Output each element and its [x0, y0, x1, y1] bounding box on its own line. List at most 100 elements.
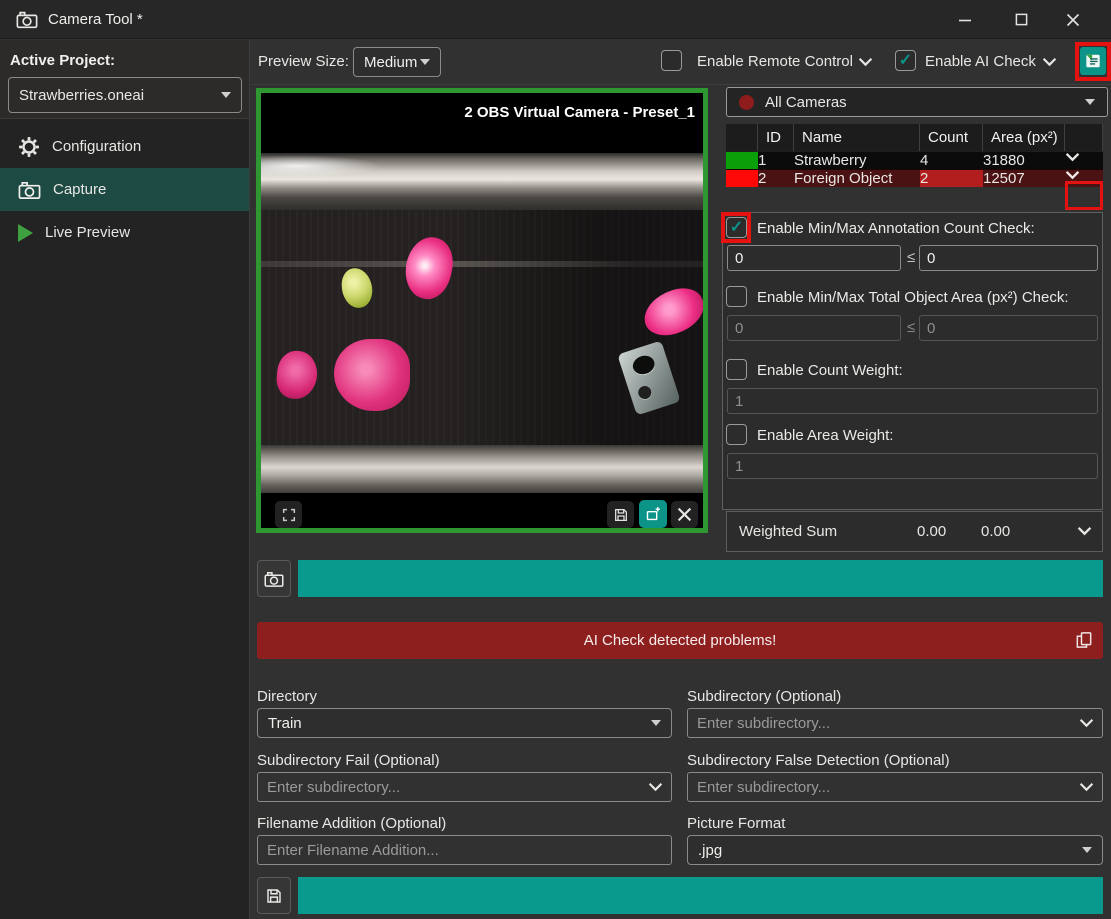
close-icon — [677, 507, 692, 522]
area-weight-label: Enable Area Weight: — [757, 427, 893, 444]
window-title: Camera Tool * — [48, 0, 143, 39]
cell-count: 4 — [920, 151, 983, 169]
area-weight-input[interactable] — [727, 453, 1098, 479]
count-weight-label: Enable Count Weight: — [757, 362, 903, 379]
sidebar-item-configuration[interactable]: Configuration — [0, 125, 249, 168]
gear-icon — [18, 136, 40, 158]
row-expand-button[interactable] — [1065, 169, 1103, 187]
chevron-down-icon[interactable] — [1079, 718, 1094, 728]
sidebar-item-label: Capture — [53, 181, 106, 198]
conveyor-belt-scene — [261, 153, 703, 493]
dropdown-caret-icon — [651, 720, 661, 726]
close-button[interactable] — [1050, 0, 1096, 39]
lte-symbol: ≤ — [907, 319, 915, 336]
minimize-button[interactable] — [942, 0, 988, 39]
total-area-check-checkbox[interactable] — [726, 286, 747, 307]
project-select[interactable]: Strawberries.oneai — [8, 77, 242, 113]
bracket-hole — [637, 384, 653, 400]
cell-id: 1 — [758, 151, 794, 169]
sidebar-item-live-preview[interactable]: Live Preview — [0, 211, 249, 254]
remote-control-checkbox[interactable] — [661, 50, 682, 71]
weighted-sum-area-value: 0.00 — [981, 523, 1010, 540]
preview-size-label: Preview Size: — [258, 53, 349, 70]
active-project-label: Active Project: — [10, 52, 115, 69]
floppy-icon — [265, 887, 283, 905]
directory-value: Train — [268, 715, 302, 732]
directory-select[interactable]: Train — [257, 708, 672, 738]
preview-size-select[interactable]: Medium — [353, 47, 441, 77]
alert-popout-button[interactable] — [1074, 630, 1094, 650]
conveyor-rail-top — [261, 153, 703, 210]
area-min-input[interactable] — [727, 315, 901, 341]
lte-symbol: ≤ — [907, 249, 915, 266]
preview-camera-label: 2 OBS Virtual Camera - Preset_1 — [464, 104, 695, 121]
project-select-value: Strawberries.oneai — [19, 87, 144, 104]
ai-check-label: Enable AI Check — [925, 53, 1036, 70]
ai-report-button[interactable] — [1080, 47, 1106, 75]
row-expand-button[interactable] — [1065, 151, 1103, 169]
belt-seam — [261, 261, 703, 267]
picture-format-value: .jpg — [698, 842, 722, 859]
header-area: Area (px²) — [983, 124, 1065, 151]
preview-size-value: Medium — [364, 54, 417, 71]
dropdown-caret-icon — [420, 59, 430, 65]
play-icon — [18, 224, 33, 242]
subdirectory-false-label: Subdirectory False Detection (Optional) — [687, 752, 950, 769]
header-expand — [1065, 124, 1103, 151]
popout-preview-button[interactable] — [639, 500, 667, 528]
window-titlebar: Camera Tool * — [0, 0, 1111, 39]
ai-check-detail-panel: ✓ Enable Min/Max Annotation Count Check:… — [722, 212, 1103, 510]
close-preview-button[interactable] — [671, 501, 698, 528]
conveyor-rail-bottom — [261, 445, 703, 493]
directory-label: Directory — [257, 688, 317, 705]
header-name: Name — [794, 124, 920, 151]
count-weight-checkbox[interactable] — [726, 359, 747, 380]
cell-area: 12507 — [983, 169, 1065, 187]
picture-format-select[interactable]: .jpg — [687, 835, 1103, 865]
maximize-button[interactable] — [998, 0, 1044, 39]
subdirectory-input[interactable] — [687, 708, 1103, 738]
chevron-down-icon[interactable] — [858, 57, 873, 67]
remote-control-label: Enable Remote Control — [697, 53, 853, 70]
cell-id: 2 — [758, 169, 794, 187]
capture-progress-bar — [298, 560, 1103, 597]
area-weight-checkbox[interactable] — [726, 424, 747, 445]
save-frame-button[interactable] — [607, 501, 634, 528]
chevron-down-icon[interactable] — [648, 782, 663, 792]
camera-filter-select[interactable]: All Cameras — [726, 87, 1108, 117]
chevron-down-icon[interactable] — [1077, 526, 1092, 536]
class-color-swatch — [726, 169, 758, 187]
expand-icon — [281, 507, 297, 523]
save-settings-button[interactable] — [257, 877, 291, 914]
count-max-input[interactable] — [919, 245, 1098, 271]
area-max-input[interactable] — [919, 315, 1098, 341]
external-window-icon — [645, 506, 662, 523]
sidebar-item-label: Live Preview — [45, 224, 130, 241]
detections-table: ID Name Count Area (px²) 1 Strawberry 4 … — [726, 124, 1103, 187]
camera-status-dot-icon — [739, 95, 754, 110]
filename-addition-input[interactable] — [257, 835, 672, 865]
count-weight-input[interactable] — [727, 388, 1098, 414]
count-min-input[interactable] — [727, 245, 901, 271]
capture-photo-button[interactable] — [257, 560, 291, 597]
sidebar-item-capture[interactable]: Capture — [0, 168, 249, 211]
fit-view-button[interactable] — [275, 501, 302, 528]
cell-name: Foreign Object — [794, 169, 920, 187]
ai-alert-text: AI Check detected problems! — [584, 632, 777, 649]
cell-count-alert: 2 — [920, 169, 983, 187]
subdirectory-false-input[interactable] — [687, 772, 1103, 802]
filename-addition-label: Filename Addition (Optional) — [257, 815, 446, 832]
camera-tool-window: Camera Tool * Active Project: Strawberri… — [0, 0, 1111, 919]
chevron-down-icon[interactable] — [1042, 57, 1057, 67]
camera-icon — [18, 180, 41, 200]
total-area-check-label: Enable Min/Max Total Object Area (px²) C… — [757, 289, 1069, 306]
annotation-count-check-checkbox[interactable]: ✓ — [726, 217, 747, 238]
sidebar-nav: Configuration Capture Live Preview — [0, 118, 249, 919]
class-color-swatch — [726, 151, 758, 169]
subdirectory-fail-input[interactable] — [257, 772, 672, 802]
ai-check-checkbox[interactable]: ✓ — [895, 50, 916, 71]
chevron-down-icon[interactable] — [1079, 782, 1094, 792]
header-count: Count — [920, 124, 983, 151]
strawberry — [334, 339, 410, 411]
header-id: ID — [758, 124, 794, 151]
